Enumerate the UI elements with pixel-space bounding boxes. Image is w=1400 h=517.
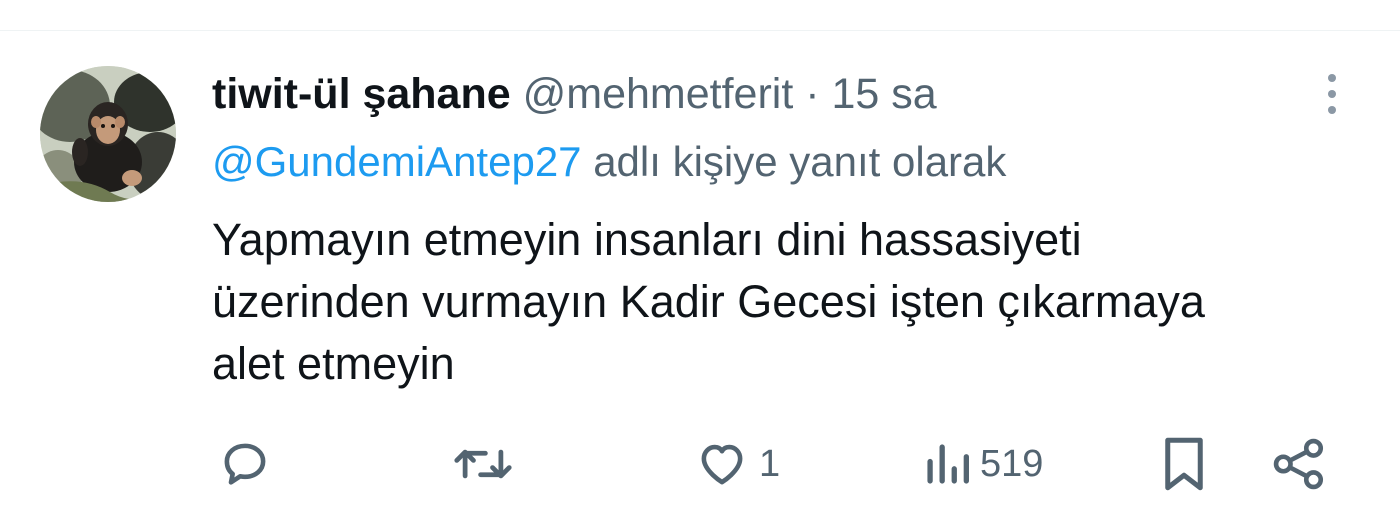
reply-mention-link[interactable]: @GundemiAntep27 (212, 138, 582, 185)
separator-dot: · (805, 70, 820, 118)
retweet-icon (454, 449, 512, 479)
user-handle[interactable]: @mehmetferit (523, 70, 794, 118)
more-dot-icon (1328, 90, 1336, 98)
display-name[interactable]: tiwit-ül şahane (212, 70, 511, 118)
avatar[interactable] (40, 66, 176, 202)
timestamp[interactable]: 15 sa (832, 70, 937, 118)
more-dot-icon (1328, 74, 1336, 82)
views-icon (927, 444, 969, 484)
bookmark-button[interactable] (1158, 431, 1210, 497)
share-button[interactable] (1270, 431, 1328, 497)
action-bar: 1 519 (0, 431, 1400, 497)
tweet-text-line: alet etmeyin (212, 338, 455, 389)
views-count: 519 (980, 442, 1044, 485)
tweet-text: Yapmayın etmeyin insanları dini hassasiy… (212, 209, 1342, 395)
bookmark-icon (1165, 437, 1203, 491)
more-options-button[interactable] (1312, 71, 1352, 117)
reply-button[interactable] (216, 431, 274, 497)
replying-to: @GundemiAntep27 adlı kişiye yanıt olarak (212, 137, 1006, 187)
retweet-button[interactable] (452, 431, 514, 497)
tweet-text-line: Yapmayın etmeyin insanları dini hassasiy… (212, 214, 1082, 265)
heart-icon (701, 444, 743, 485)
avatar-image (40, 66, 176, 202)
like-button[interactable]: 1 (693, 431, 780, 497)
more-dot-icon (1328, 106, 1336, 114)
reply-suffix: adlı kişiye yanıt olarak (593, 138, 1007, 185)
tweet-text-line: üzerinden vurmayın Kadir Gecesi işten çı… (212, 276, 1205, 327)
tweet[interactable]: tiwit-ül şahane @mehmetferit · 15 sa @Gu… (0, 31, 1400, 517)
reply-icon (224, 443, 266, 485)
views-button[interactable]: 519 (922, 431, 1043, 497)
like-count: 1 (759, 442, 781, 485)
tweet-header: tiwit-ül şahane @mehmetferit · 15 sa (212, 69, 937, 119)
share-icon (1273, 438, 1324, 490)
